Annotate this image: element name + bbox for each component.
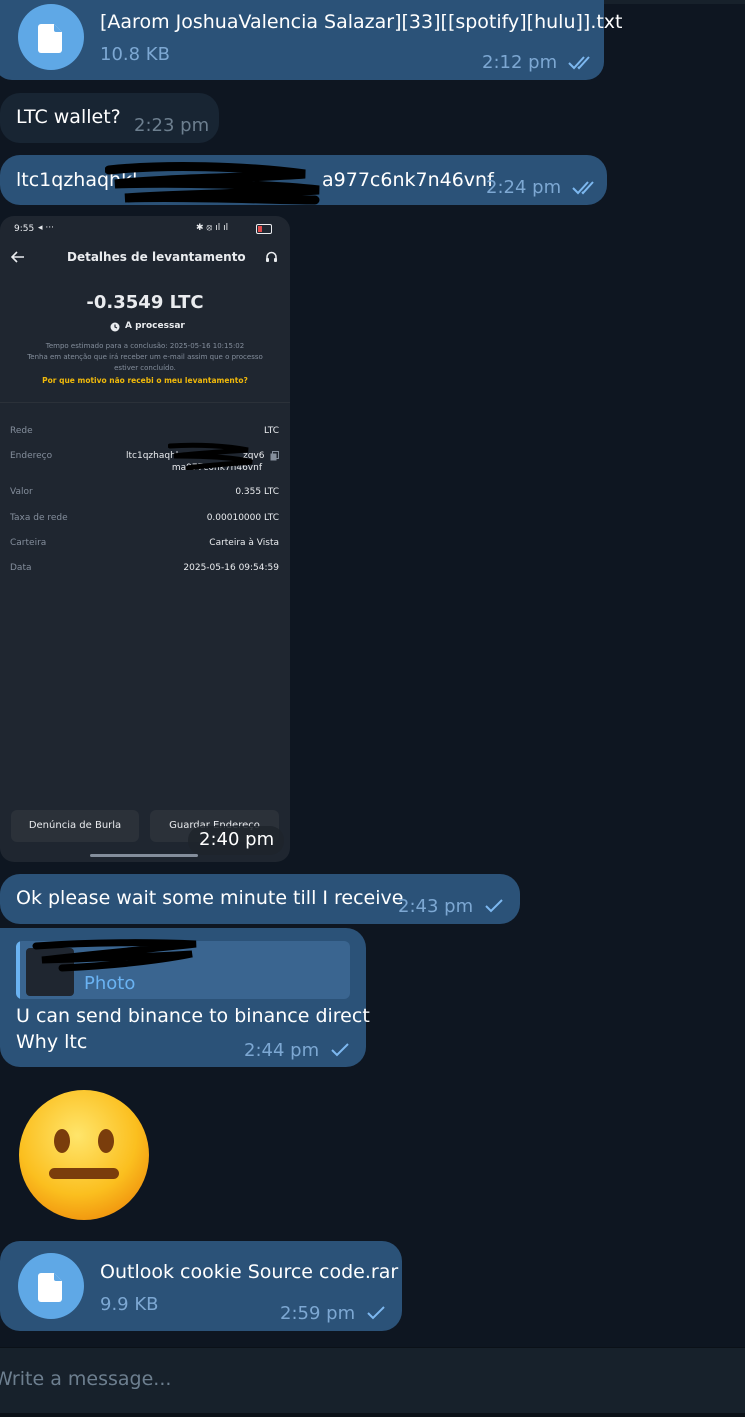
message-composer[interactable]: Write a message... — [0, 1347, 745, 1414]
screen-title: Detalhes de levantamento — [67, 250, 246, 264]
message-time: 2:24 pm — [486, 177, 562, 198]
quote-type: Photo — [84, 973, 136, 994]
status-extra: ◂ ··· — [38, 223, 54, 233]
address-text-end: a977c6nk7n46vnf — [322, 169, 494, 191]
file-name: Outlook cookie Source code.rar — [100, 1261, 399, 1283]
redaction-scribble — [32, 939, 197, 972]
neutral-face-emoji[interactable] — [17, 1088, 151, 1222]
file-download-button[interactable] — [18, 1253, 84, 1319]
estimate-text: Tempo estimado para a conclusão: 2025-05… — [45, 342, 245, 350]
battery-icon — [256, 224, 272, 234]
double-check-icon — [572, 181, 594, 195]
message-time: 2:40 pm — [199, 829, 275, 850]
message-time: 2:43 pm — [398, 896, 474, 917]
row-value-amount: 0.355 LTC — [235, 487, 279, 497]
row-value-date: 2025-05-16 09:54:59 — [183, 563, 279, 573]
single-check-icon — [331, 1043, 349, 1057]
file-name: [Aarom JoshuaValencia Salazar][33][[spot… — [100, 11, 623, 33]
reply-text-line-1: U can send binance to binance direct — [16, 1005, 370, 1027]
message-time: 2:59 pm — [280, 1303, 356, 1324]
redaction-scribble — [168, 442, 253, 470]
reply-text-line-2: Why ltc — [16, 1031, 88, 1053]
headset-icon[interactable] — [265, 251, 278, 264]
single-check-icon — [485, 899, 503, 913]
file-size: 10.8 KB — [100, 44, 170, 65]
quote-bar — [16, 941, 20, 999]
why-not-received-link[interactable]: Por que motivo não recebi o meu levantam… — [0, 376, 290, 385]
row-value-fee: 0.00010000 LTC — [206, 513, 279, 523]
home-indicator — [90, 854, 198, 857]
status-icons: ✱ ⦻ ıl ıl — [196, 223, 229, 233]
row-label-network: Rede — [10, 426, 33, 436]
copy-icon[interactable] — [270, 451, 279, 461]
message-time: 2:12 pm — [482, 52, 558, 73]
row-label-amount: Valor — [10, 487, 33, 497]
file-download-button[interactable] — [18, 4, 84, 70]
battery-level — [258, 226, 262, 232]
back-arrow-icon[interactable] — [11, 251, 25, 263]
row-value-wallet: Carteira à Vista — [209, 538, 279, 548]
notice-text-1: Tenha em atenção que irá receber um e-ma… — [27, 353, 263, 361]
row-label-fee: Taxa de rede — [10, 513, 68, 523]
message-text: Ok please wait some minute till I receiv… — [16, 887, 404, 909]
message-text: LTC wallet? — [16, 106, 121, 128]
row-label-date: Data — [10, 563, 32, 573]
file-icon — [38, 24, 62, 53]
message-time: 2:23 pm — [134, 115, 210, 136]
file-size: 9.9 KB — [100, 1294, 159, 1315]
notice-text-2: estiver concluído. — [114, 364, 176, 372]
message-time: 2:44 pm — [244, 1040, 320, 1061]
single-check-icon — [367, 1306, 385, 1320]
report-scam-button[interactable]: Denúncia de Burla — [11, 810, 139, 842]
divider — [0, 402, 290, 403]
withdraw-amount: -0.3549 LTC — [86, 292, 204, 313]
withdraw-status: A processar — [125, 321, 185, 331]
message-input-placeholder[interactable]: Write a message... — [0, 1368, 171, 1390]
redaction-scribble — [105, 162, 320, 205]
row-label-address: Endereço — [10, 451, 53, 461]
clock-icon — [110, 322, 120, 332]
row-label-wallet: Carteira — [10, 538, 47, 548]
bottom-edge — [0, 1413, 745, 1417]
status-time: 9:55 — [14, 224, 35, 234]
row-value-network: LTC — [263, 426, 279, 436]
double-check-icon — [568, 56, 590, 70]
photo-message[interactable]: 9:55 ◂ ··· ✱ ⦻ ıl ıl Detalhes de levanta… — [0, 216, 290, 862]
file-icon — [38, 1273, 62, 1302]
